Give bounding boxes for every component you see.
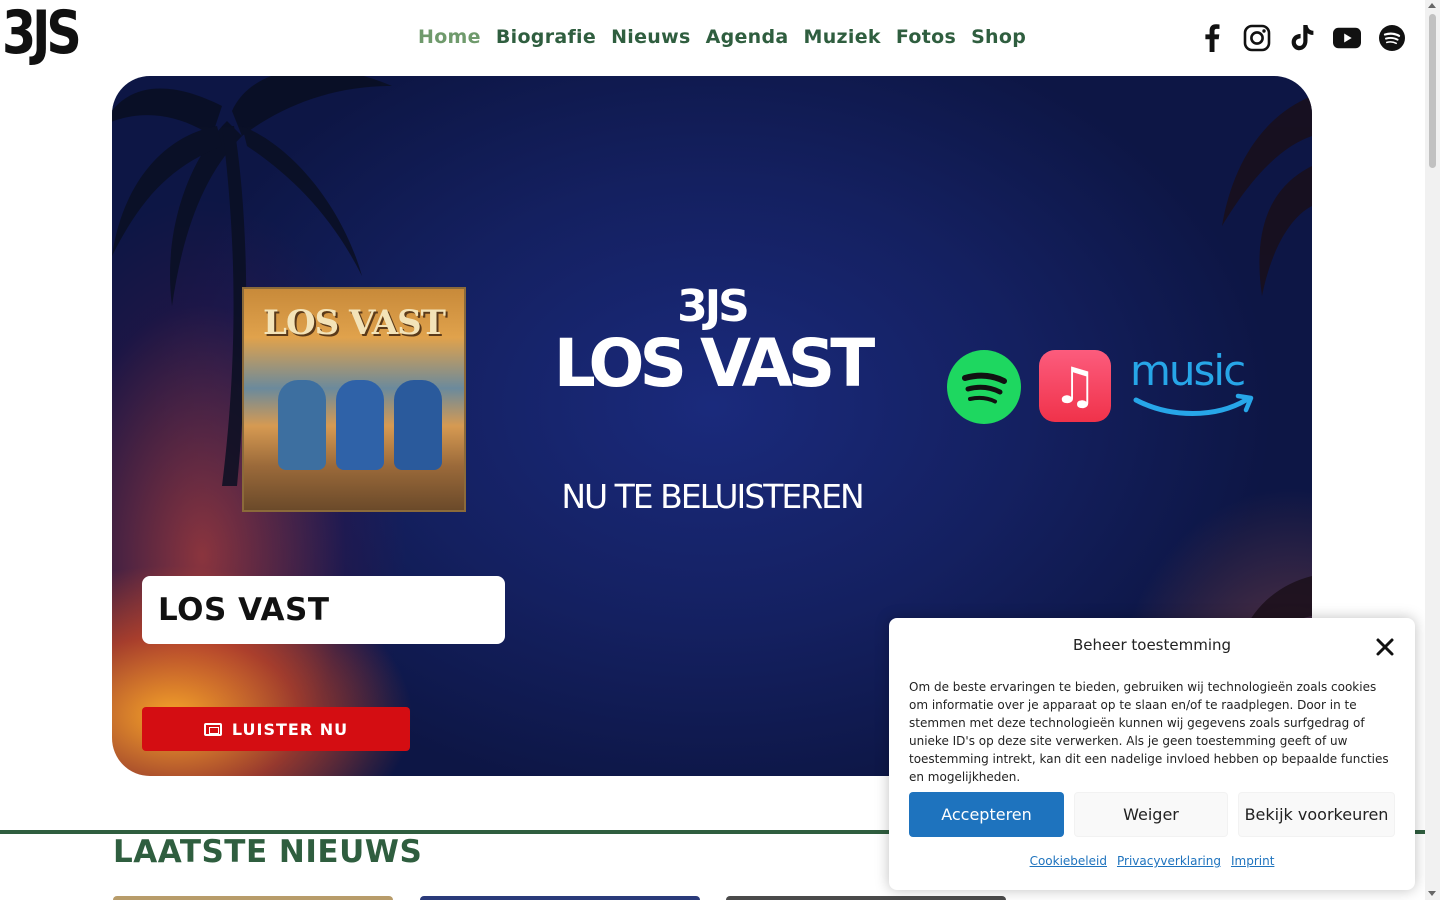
consent-links: Cookiebeleid Privacyverklaring Imprint [889, 854, 1415, 868]
deny-button[interactable]: Weiger [1074, 792, 1228, 837]
amazon-music-wordmark: music [1130, 346, 1246, 395]
cookie-consent-dialog: Beheer toestemming Om de beste ervaringe… [889, 618, 1415, 890]
hero-subtitle: NU TE BELUISTEREN [561, 477, 864, 516]
accept-button[interactable]: Accepteren [909, 792, 1064, 837]
consent-body: Om de beste ervaringen te bieden, gebrui… [909, 680, 1389, 784]
social-links [1198, 20, 1406, 56]
album-figure [278, 380, 326, 470]
hero-title: LOS VAST [553, 325, 876, 402]
album-figure [336, 380, 384, 470]
scroll-up-icon[interactable] [1428, 3, 1436, 8]
nav-agenda[interactable]: Agenda [706, 26, 789, 48]
album-cover-title: LOS VAST [263, 303, 446, 343]
listen-now-button[interactable]: LUISTER NU [142, 707, 410, 751]
view-preferences-button[interactable]: Bekijk voorkeuren [1238, 792, 1395, 837]
main-nav: Home Biografie Nieuws Agenda Muziek Foto… [418, 26, 1026, 48]
consent-title: Beheer toestemming [1072, 636, 1232, 654]
nav-nieuws[interactable]: Nieuws [611, 26, 691, 48]
youtube-icon[interactable] [1333, 20, 1361, 56]
spotify-icon[interactable] [1378, 20, 1406, 56]
tiktok-icon[interactable] [1288, 20, 1316, 56]
apple-music-logo: ♫ [1039, 350, 1111, 422]
nav-muziek[interactable]: Muziek [804, 26, 881, 48]
site-logo[interactable]: 3JS [2, 2, 82, 64]
nav-home[interactable]: Home [418, 26, 481, 48]
scrollbar-thumb[interactable] [1429, 14, 1436, 168]
privacy-statement-link[interactable]: Privacyverklaring [1117, 854, 1221, 868]
cookie-policy-link[interactable]: Cookiebeleid [1030, 854, 1107, 868]
album-cover-image: LOS VAST [242, 287, 466, 512]
hero-label: LOS VAST [142, 576, 505, 644]
imprint-link[interactable]: Imprint [1231, 854, 1274, 868]
news-card[interactable] [726, 896, 1006, 900]
close-icon[interactable] [1373, 635, 1397, 659]
nav-biografie[interactable]: Biografie [496, 26, 596, 48]
amazon-music-logo: music [1130, 346, 1256, 426]
nav-fotos[interactable]: Fotos [896, 26, 956, 48]
album-figure [394, 380, 442, 470]
nav-shop[interactable]: Shop [971, 26, 1026, 48]
ticket-icon [203, 722, 222, 736]
facebook-icon[interactable] [1198, 20, 1226, 56]
page-scrollbar[interactable] [1425, 0, 1440, 900]
listen-now-label: LUISTER NU [231, 719, 349, 739]
news-card[interactable] [420, 896, 700, 900]
spotify-logo [947, 350, 1021, 424]
instagram-icon[interactable] [1243, 20, 1271, 56]
news-heading: LAATSTE NIEUWS [113, 834, 423, 870]
scroll-down-icon[interactable] [1428, 891, 1436, 896]
news-card[interactable] [113, 896, 393, 900]
